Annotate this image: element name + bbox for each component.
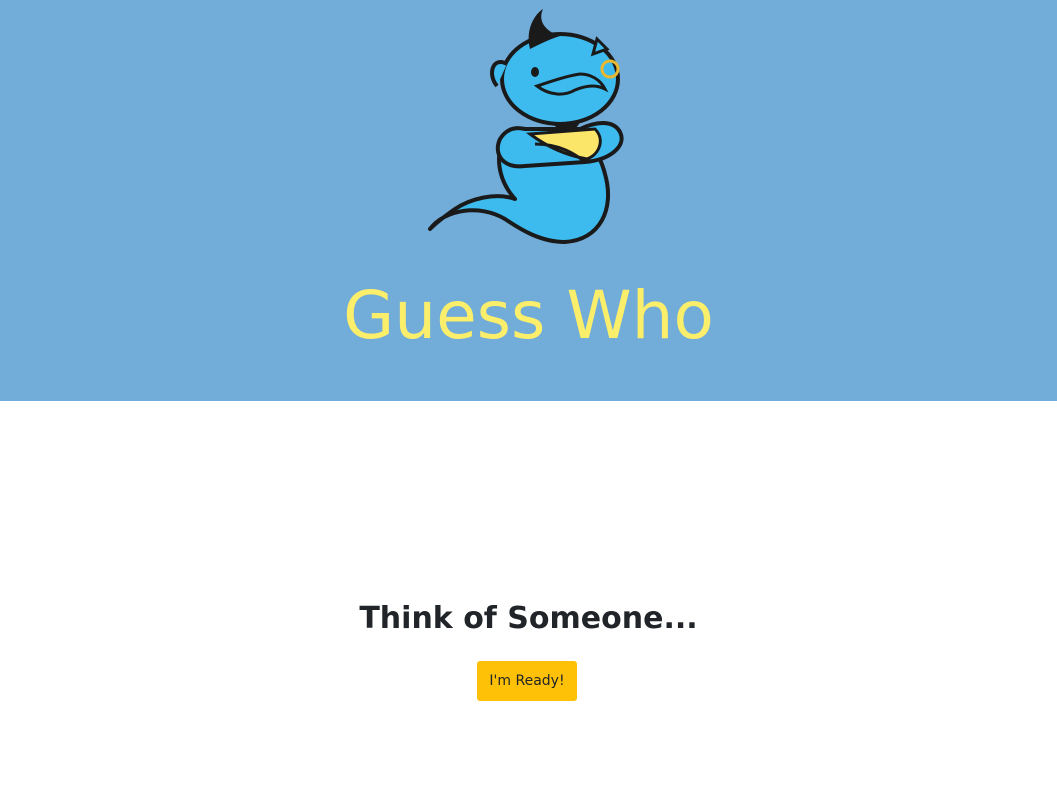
prompt-heading: Think of Someone... [359,601,698,636]
page-title: Guess Who [343,277,714,354]
genie-mascot-icon [428,9,624,244]
main-content: Think of Someone... I'm Ready! [0,401,1057,792]
ready-button[interactable]: I'm Ready! [477,661,577,701]
header-banner: Guess Who [0,0,1057,401]
